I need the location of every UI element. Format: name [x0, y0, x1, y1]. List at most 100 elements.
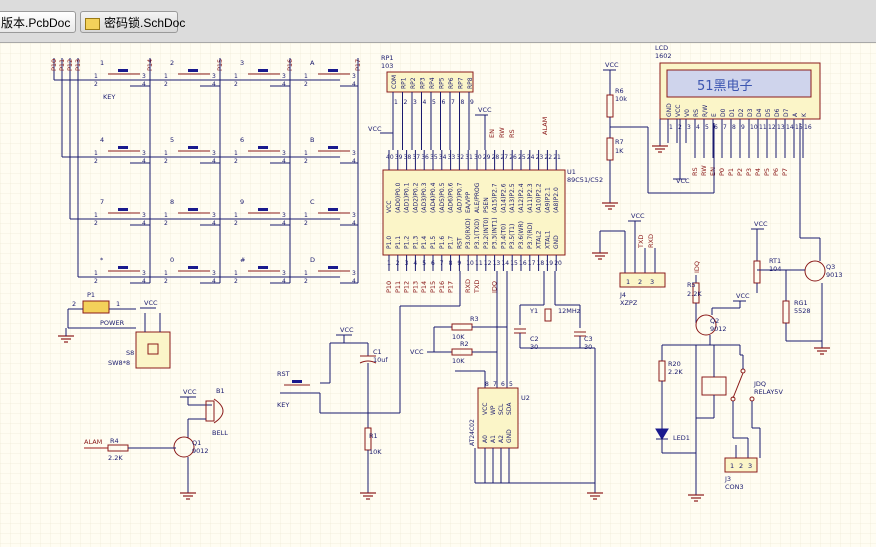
- lcd-pin-label: D2: [738, 108, 745, 117]
- mcu-pin-label: P3.7(RD): [527, 222, 534, 249]
- svg-text:2: 2: [304, 278, 308, 285]
- svg-text:2: 2: [396, 260, 400, 267]
- svg-text:B: B: [310, 136, 314, 144]
- svg-text:36: 36: [421, 154, 429, 161]
- svg-text:7: 7: [100, 198, 104, 206]
- lcd-ref: LCD: [655, 44, 668, 52]
- u2-pin-label: A0: [482, 435, 489, 443]
- svg-text:C: C: [310, 198, 315, 206]
- relay-value: RELAY5V: [754, 388, 783, 396]
- svg-text:26: 26: [509, 154, 517, 161]
- mcu-pin-label: P3.5(T1): [509, 224, 516, 249]
- lcd-pin-label: E: [711, 113, 718, 117]
- lcd-net-label: P1: [727, 168, 735, 176]
- svg-text:5: 5: [705, 124, 709, 131]
- svg-text:20: 20: [554, 260, 562, 267]
- svg-text:14: 14: [501, 260, 509, 267]
- u2-pin-label: A1: [490, 435, 497, 443]
- svg-text:15: 15: [510, 260, 518, 267]
- mcu-pin-label: RST: [456, 237, 463, 249]
- svg-text:0: 0: [170, 256, 174, 264]
- mcu-pin-label: (AD3)P0.3: [421, 182, 428, 213]
- svg-text:3: 3: [212, 150, 216, 157]
- lcd-net-label: P7: [781, 168, 789, 176]
- keypad-key-label: KEY: [103, 93, 115, 101]
- r7-ref: R7: [615, 138, 624, 146]
- svg-text:4: 4: [100, 136, 104, 144]
- c1-value: 10uf: [373, 356, 388, 364]
- svg-text:1: 1: [304, 212, 308, 219]
- svg-text:16: 16: [519, 260, 527, 267]
- j3-ref: J3: [724, 475, 731, 483]
- mcu-pin-label: PSEN: [483, 197, 490, 213]
- svg-text:3: 3: [352, 212, 356, 219]
- svg-text:38: 38: [404, 154, 412, 161]
- svg-text:25: 25: [518, 154, 526, 161]
- svg-text:4: 4: [142, 81, 146, 88]
- p1-body: [82, 300, 110, 314]
- mcu-pin-label: P1.0: [386, 236, 393, 249]
- svg-text:23: 23: [536, 154, 544, 161]
- svg-text:7: 7: [451, 99, 455, 106]
- svg-text:2: 2: [94, 81, 98, 88]
- svg-text:14: 14: [786, 124, 794, 131]
- mcu-bottom-net: P11: [394, 281, 402, 293]
- svg-text:2: 2: [404, 99, 408, 106]
- svg-text:3: 3: [212, 270, 216, 277]
- rp1-pin-label: RP4: [429, 77, 436, 89]
- r7-value: 1K: [615, 147, 624, 155]
- svg-text:10: 10: [466, 260, 474, 267]
- r5-ref: R5: [687, 281, 696, 289]
- svg-text:21: 21: [553, 154, 561, 161]
- svg-text:1: 1: [669, 124, 673, 131]
- r20-ref: R20: [668, 360, 681, 368]
- mcu-pin-label: (A15)P2.7: [492, 183, 499, 213]
- svg-text:2: 2: [94, 158, 98, 165]
- svg-text:6: 6: [714, 124, 718, 131]
- svg-text:9: 9: [470, 99, 474, 106]
- u1-ref: U1: [567, 168, 576, 176]
- svg-text:30: 30: [474, 154, 482, 161]
- u2-value: AT24C02: [469, 419, 476, 446]
- svg-text:3: 3: [282, 150, 286, 157]
- svg-text:5: 5: [170, 136, 174, 144]
- svg-text:4: 4: [282, 220, 286, 227]
- lcd-net-label: P4: [754, 168, 762, 176]
- j3-pin3: 3: [748, 462, 752, 470]
- svg-text:7: 7: [493, 381, 497, 388]
- svg-text:4: 4: [212, 220, 216, 227]
- schematic-canvas[interactable]: P10 P11 P12 P13 P14 P15 P16 P17 1 1 2 3 4 2 1 2 3 4 3 1 2 3 4 A…: [0, 43, 876, 547]
- svg-text:39: 39: [395, 154, 403, 161]
- svg-text:6: 6: [240, 136, 244, 144]
- svg-text:1: 1: [234, 270, 238, 277]
- c1-vcc-label: VCC: [340, 326, 354, 334]
- mcu-pin-label: (AD0)P0.0: [395, 182, 402, 213]
- u2-pin-label: WP: [490, 405, 497, 415]
- svg-text:3: 3: [212, 212, 216, 219]
- svg-text:37: 37: [412, 154, 420, 161]
- mcu-pin-label: P1.6: [439, 236, 446, 249]
- svg-text:1: 1: [94, 73, 98, 80]
- svg-text:9: 9: [457, 260, 461, 267]
- r3-ref: R3: [470, 315, 479, 323]
- c3-ref: C3: [584, 335, 593, 343]
- tab-schdoc[interactable]: 密码锁.SchDoc: [80, 11, 185, 33]
- p1-ref: P1: [87, 291, 95, 299]
- svg-text:D: D: [310, 256, 315, 264]
- rp1-pin-label: RP8: [467, 77, 474, 89]
- svg-text:5: 5: [432, 99, 436, 106]
- tab-pcbdoc[interactable]: 版本.PcbDoc: [0, 11, 76, 33]
- mcu-bottom-net: RXD: [464, 279, 472, 293]
- svg-text:4: 4: [212, 81, 216, 88]
- r4-value: 2.2K: [108, 454, 123, 462]
- svg-text:8: 8: [732, 124, 736, 131]
- rst-ref: RST: [277, 370, 290, 378]
- svg-text:4: 4: [352, 158, 356, 165]
- p1-pin2: 2: [72, 300, 76, 308]
- svg-text:8: 8: [461, 99, 465, 106]
- svg-text:2: 2: [234, 81, 238, 88]
- keypad-row-net: P10: [50, 59, 58, 71]
- svg-text:4: 4: [142, 158, 146, 165]
- u2-ref: U2: [521, 394, 530, 402]
- r1-value: 10K: [369, 448, 382, 456]
